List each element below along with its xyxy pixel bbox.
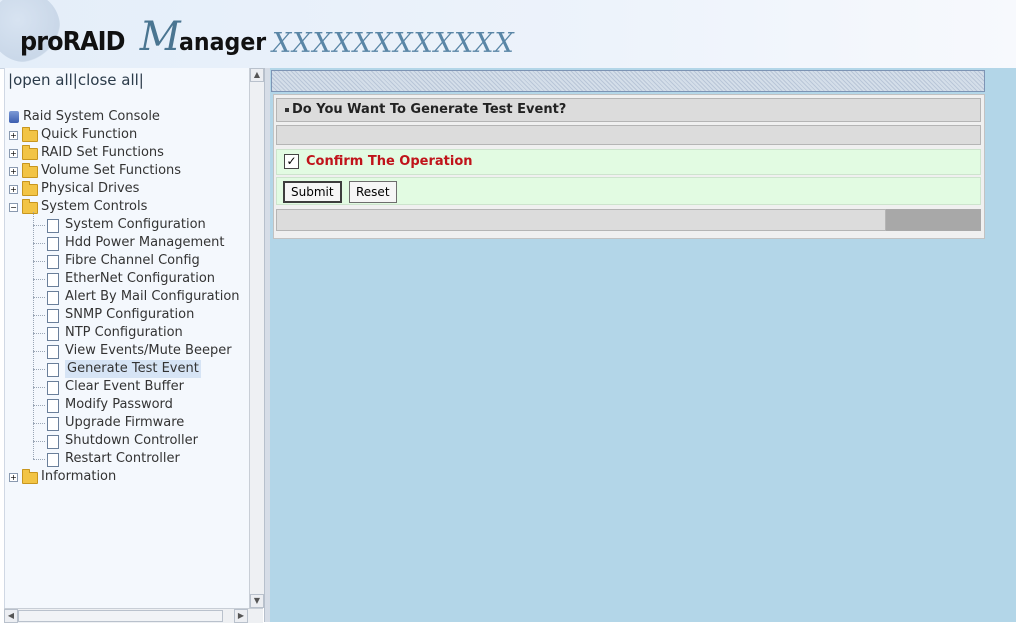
question-text: Do You Want To Generate Test Event?	[292, 102, 567, 117]
collapse-icon[interactable]: −	[9, 203, 18, 212]
folder-icon	[22, 199, 38, 214]
page-icon	[47, 363, 59, 377]
tree-item-label[interactable]: Alert By Mail Configuration	[65, 288, 240, 306]
tree-connector	[33, 261, 45, 262]
folder-icon	[22, 163, 38, 178]
folder-icon	[22, 127, 38, 142]
content-title-bar	[271, 70, 985, 92]
submit-button[interactable]: Submit	[283, 181, 342, 203]
expand-icon[interactable]: +	[9, 167, 18, 176]
scroll-down-arrow-icon[interactable]: ▼	[250, 594, 264, 608]
tree-root-label[interactable]: Raid System Console	[23, 108, 160, 126]
page-icon	[47, 327, 59, 341]
tree-item-label[interactable]: Upgrade Firmware	[65, 414, 184, 432]
nav-vertical-scrollbar[interactable]: ▲ ▼	[249, 68, 264, 608]
nav-horizontal-scrollbar[interactable]: ◀ ▶	[4, 608, 263, 623]
page-icon	[47, 291, 59, 305]
tree-item-label[interactable]: Clear Event Buffer	[65, 378, 184, 396]
tree-folder-label[interactable]: Quick Function	[41, 126, 137, 144]
tree-connector	[33, 297, 45, 298]
expand-icon[interactable]: +	[9, 185, 18, 194]
expand-icon[interactable]: +	[9, 149, 18, 158]
tree-item-label[interactable]: EtherNet Configuration	[65, 270, 215, 288]
tree-item-label[interactable]: Shutdown Controller	[65, 432, 198, 450]
reset-button[interactable]: Reset	[349, 181, 397, 203]
page-icon	[47, 399, 59, 413]
tree-item-label[interactable]: SNMP Configuration	[65, 306, 194, 324]
tree-item-label[interactable]: View Events/Mute Beeper	[65, 342, 232, 360]
tree-item-label[interactable]: Restart Controller	[65, 450, 180, 468]
confirm-label: Confirm The Operation	[306, 154, 473, 169]
tree-connector	[33, 423, 45, 424]
console-icon	[9, 111, 19, 123]
expand-icon[interactable]: +	[9, 473, 18, 482]
scroll-right-arrow-icon[interactable]: ▶	[234, 609, 248, 623]
generate-test-event-panel: Do You Want To Generate Test Event? ✓ Co…	[273, 94, 985, 239]
page-icon	[47, 345, 59, 359]
open-close-links: |open all|close all|	[8, 71, 144, 89]
separator: |	[138, 71, 144, 89]
tree-connector	[33, 441, 45, 442]
tree-connector	[33, 279, 45, 280]
logo-pro: proRAID	[20, 27, 126, 57]
folder-icon	[22, 145, 38, 160]
navigation-pane: |open all|close all| Raid System Console…	[4, 68, 250, 622]
spacer-row	[276, 125, 981, 145]
question-row: Do You Want To Generate Test Event?	[276, 98, 981, 122]
page-icon	[47, 273, 59, 287]
scroll-thumb[interactable]	[18, 610, 223, 622]
buttons-row: Submit Reset	[276, 177, 981, 205]
logo-anager: anager	[178, 28, 266, 56]
tree-connector	[33, 387, 45, 388]
scroll-up-arrow-icon[interactable]: ▲	[250, 68, 264, 82]
footer-row	[276, 209, 886, 231]
folder-icon	[22, 469, 38, 484]
page-icon	[47, 435, 59, 449]
tree-folder-label[interactable]: RAID Set Functions	[41, 144, 164, 162]
logo-script-m: M	[139, 14, 181, 60]
app-header: proRAID M anager XXXXXXXXXXXX	[0, 0, 1016, 69]
tree-connector	[33, 333, 45, 334]
device-name: XXXXXXXXXXXX	[272, 28, 515, 59]
tree-connector	[33, 405, 45, 406]
page-icon	[47, 417, 59, 431]
page-icon	[47, 219, 59, 233]
tree-connector	[33, 243, 45, 244]
tree-item-label[interactable]: Generate Test Event	[65, 360, 201, 378]
tree-connector	[33, 225, 45, 226]
close-all-link[interactable]: close all	[78, 71, 139, 89]
tree-item-label[interactable]: Modify Password	[65, 396, 173, 414]
tree-folder-label[interactable]: System Controls	[41, 198, 147, 216]
open-all-link[interactable]: open all	[13, 71, 73, 89]
tree-folder-label[interactable]: Information	[41, 468, 116, 486]
tree-folder-label[interactable]: Physical Drives	[41, 180, 139, 198]
tree-connector	[33, 315, 45, 316]
tree-item-label[interactable]: Fibre Channel Config	[65, 252, 200, 270]
proraid-manager-logo: proRAID M anager	[20, 14, 273, 62]
tree-connector	[33, 459, 45, 460]
scroll-left-arrow-icon[interactable]: ◀	[4, 609, 18, 623]
expand-icon[interactable]: +	[9, 131, 18, 140]
page-icon	[47, 237, 59, 251]
confirm-checkbox[interactable]: ✓	[284, 154, 299, 169]
page-icon	[47, 309, 59, 323]
tree-item-label[interactable]: System Configuration	[65, 216, 206, 234]
footer-row-end	[886, 209, 981, 231]
page-icon	[47, 255, 59, 269]
tree-connector	[33, 351, 45, 352]
page-icon	[47, 381, 59, 395]
confirm-row: ✓ Confirm The Operation	[276, 149, 981, 175]
folder-icon	[22, 181, 38, 196]
tree-connector-line	[33, 212, 34, 459]
tree-item-label[interactable]: Hdd Power Management	[65, 234, 225, 252]
tree-folder-label[interactable]: Volume Set Functions	[41, 162, 181, 180]
page-icon	[47, 453, 59, 467]
tree-item-label[interactable]: NTP Configuration	[65, 324, 183, 342]
tree-connector	[33, 369, 45, 370]
bullet-icon	[285, 107, 289, 112]
content-frame: Do You Want To Generate Test Event? ✓ Co…	[270, 68, 1016, 622]
